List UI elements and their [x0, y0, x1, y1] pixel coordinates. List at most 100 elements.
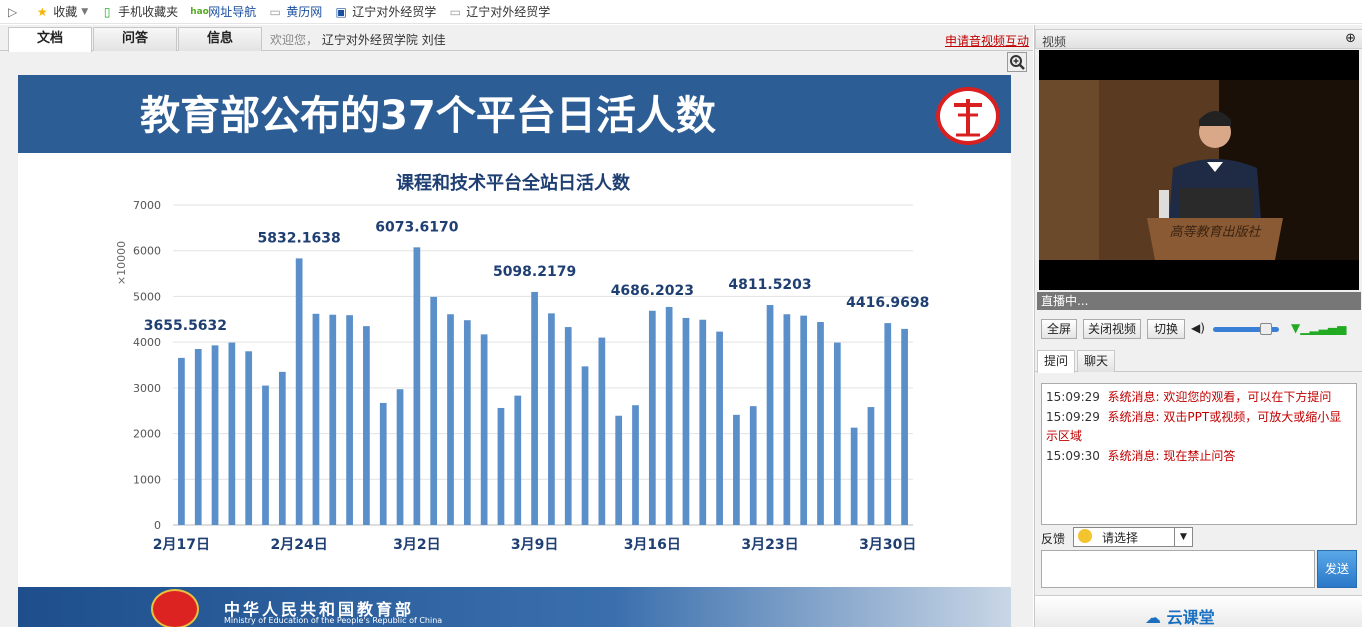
bar: [733, 414, 740, 525]
send-button[interactable]: 发送: [1317, 550, 1357, 588]
bar: [514, 395, 522, 525]
bar: [749, 406, 757, 525]
tab-qa[interactable]: 问答: [93, 27, 177, 51]
bar: [699, 319, 707, 525]
bar: [833, 342, 841, 525]
bar: [413, 247, 421, 525]
y-tick-label: 4000: [133, 336, 161, 349]
apply-av-interaction-link[interactable]: 申请音视频互动: [945, 32, 1029, 49]
bar: [396, 389, 404, 525]
ppt-slide[interactable]: 教育部公布的37个平台日活人数 课程和技术平台全站日活人数 ×10000 0 10…: [18, 75, 1011, 627]
data-label: 6073.6170: [375, 219, 459, 235]
video-player[interactable]: 高等教育出版社: [1039, 50, 1359, 290]
bar: [548, 313, 555, 525]
bar: [766, 305, 774, 525]
x-tick-label: 3月30日: [859, 537, 916, 553]
volume-handle[interactable]: [1259, 323, 1272, 335]
bar: [228, 342, 236, 525]
bar: [363, 326, 370, 525]
question-input[interactable]: [1041, 550, 1315, 588]
bar: [497, 407, 505, 525]
bar: [178, 357, 185, 525]
volume-icon[interactable]: ◀): [1191, 321, 1205, 335]
fullscreen-button[interactable]: 全屏: [1041, 319, 1077, 339]
feedback-select[interactable]: 请选择 ▼: [1073, 527, 1193, 547]
doc-toolbar: [0, 52, 1033, 74]
tab-ask[interactable]: 提问: [1037, 350, 1075, 373]
bookmark-nav[interactable]: hao 网址导航: [190, 3, 256, 20]
svg-text:高等教育出版社: 高等教育出版社: [1169, 224, 1261, 240]
star-icon: ★: [36, 4, 48, 19]
bar: [884, 323, 892, 525]
chevron-down-icon: ▼: [81, 6, 89, 17]
x-tick-label: 3月9日: [511, 537, 558, 553]
bar: [262, 385, 269, 525]
bookmark-favorites[interactable]: ★ 收藏 ▼: [35, 3, 88, 20]
list-item: 15:09:30 系统消息: 现在禁止问答: [1046, 449, 1236, 463]
hao-icon: hao: [190, 6, 209, 17]
zoom-in-button[interactable]: [1007, 52, 1027, 72]
daily-active-chart: 课程和技术平台全站日活人数 ×10000 0 1000 2000 3000 4000 50…: [115, 172, 929, 553]
bar: [648, 310, 656, 525]
bar: [346, 315, 353, 525]
close-video-button[interactable]: 关闭视频: [1083, 319, 1141, 339]
subtab-bar: 提问 聊天: [1035, 348, 1362, 373]
chart-title: 课程和技术平台全站日活人数: [396, 172, 631, 194]
y-tick-label: 0: [154, 519, 161, 532]
welcome-text: 欢迎您， 辽宁对外经贸学院 刘佳: [270, 33, 446, 47]
x-tick-label: 3月2日: [393, 537, 440, 553]
zoom-in-icon: [1010, 55, 1025, 70]
bar: [581, 366, 589, 525]
list-item: 15:09:29 系统消息: 欢迎您的观看，可以在下方提问: [1046, 390, 1332, 404]
bar: [295, 258, 303, 525]
bar: [817, 322, 824, 525]
tab-info[interactable]: 信息: [178, 27, 262, 51]
data-label: 4416.9698: [846, 295, 929, 311]
y-tick-label: 2000: [133, 428, 161, 441]
slide-footer: 中华人民共和国教育部 Ministry of Education of the …: [18, 587, 1011, 627]
bar: [329, 314, 337, 525]
tab-document[interactable]: 文档: [8, 27, 92, 52]
site-icon: ▣: [335, 4, 347, 19]
bar: [531, 291, 538, 525]
bookmark-school-1[interactable]: ▣ 辽宁对外经贸学: [334, 3, 437, 20]
data-label: 4686.2023: [611, 283, 694, 299]
feedback-label: 反馈: [1041, 532, 1066, 546]
logo-icon: [936, 87, 1000, 145]
y-tick-label: 7000: [133, 199, 161, 212]
bar: [278, 371, 286, 525]
bookmark-calendar[interactable]: ▭ 黄历网: [268, 3, 323, 20]
message-list[interactable]: 15:09:29 系统消息: 欢迎您的观看，可以在下方提问 15:09:29 系…: [1041, 383, 1357, 525]
y-tick-label: 6000: [133, 245, 161, 258]
bar: [430, 296, 438, 525]
bar: [211, 345, 219, 525]
chevron-down-icon: ▼: [1174, 528, 1192, 546]
data-label: 5098.2179: [493, 264, 576, 280]
tab-chat[interactable]: 聊天: [1077, 350, 1115, 372]
bookmark-school-2[interactable]: ▭ 辽宁对外经贸学: [448, 3, 551, 20]
national-emblem-icon: [151, 589, 199, 627]
bookmark-mobile[interactable]: ▯ 手机收藏夹: [100, 3, 178, 20]
bar: [564, 327, 572, 525]
tab-bar: 文档 问答 信息 欢迎您， 辽宁对外经贸学院 刘佳 申请音视频互动: [0, 25, 1033, 52]
slide-title: 教育部公布的37个平台日活人数: [140, 93, 716, 139]
x-tick-label: 2月17日: [153, 537, 210, 553]
switch-button[interactable]: 切换: [1147, 319, 1185, 339]
x-tick-label: 3月23日: [741, 537, 798, 553]
side-panel: 视频 ⊕ 高等教育出版社 直播中... 全屏 关闭视频 切换 ◀) ▼▁▂▃▄▅…: [1034, 25, 1362, 627]
bookmarks-bar: ▷ ★ 收藏 ▼ ▯ 手机收藏夹 hao 网址导航 ▭ 黄历网 ▣ 辽宁对外经贸学 ▭ 辽宁对…: [0, 0, 1362, 24]
bar: [800, 315, 808, 525]
bar: [665, 306, 673, 525]
bar: [245, 351, 253, 525]
bar: [901, 328, 908, 525]
y-tick-label: 1000: [133, 473, 161, 486]
brand-logo: ☁ 云课堂: [1145, 608, 1215, 627]
y-tick-label: 5000: [133, 290, 161, 303]
brand-bar: ☁ 云课堂: [1035, 595, 1362, 627]
bar: [632, 405, 639, 525]
phone-icon: ▯: [103, 4, 111, 19]
bar: [783, 314, 791, 525]
expand-icon[interactable]: ▷: [8, 5, 17, 19]
y-tick-label: 3000: [133, 382, 161, 395]
video-zoom-icon[interactable]: ⊕: [1345, 31, 1356, 46]
